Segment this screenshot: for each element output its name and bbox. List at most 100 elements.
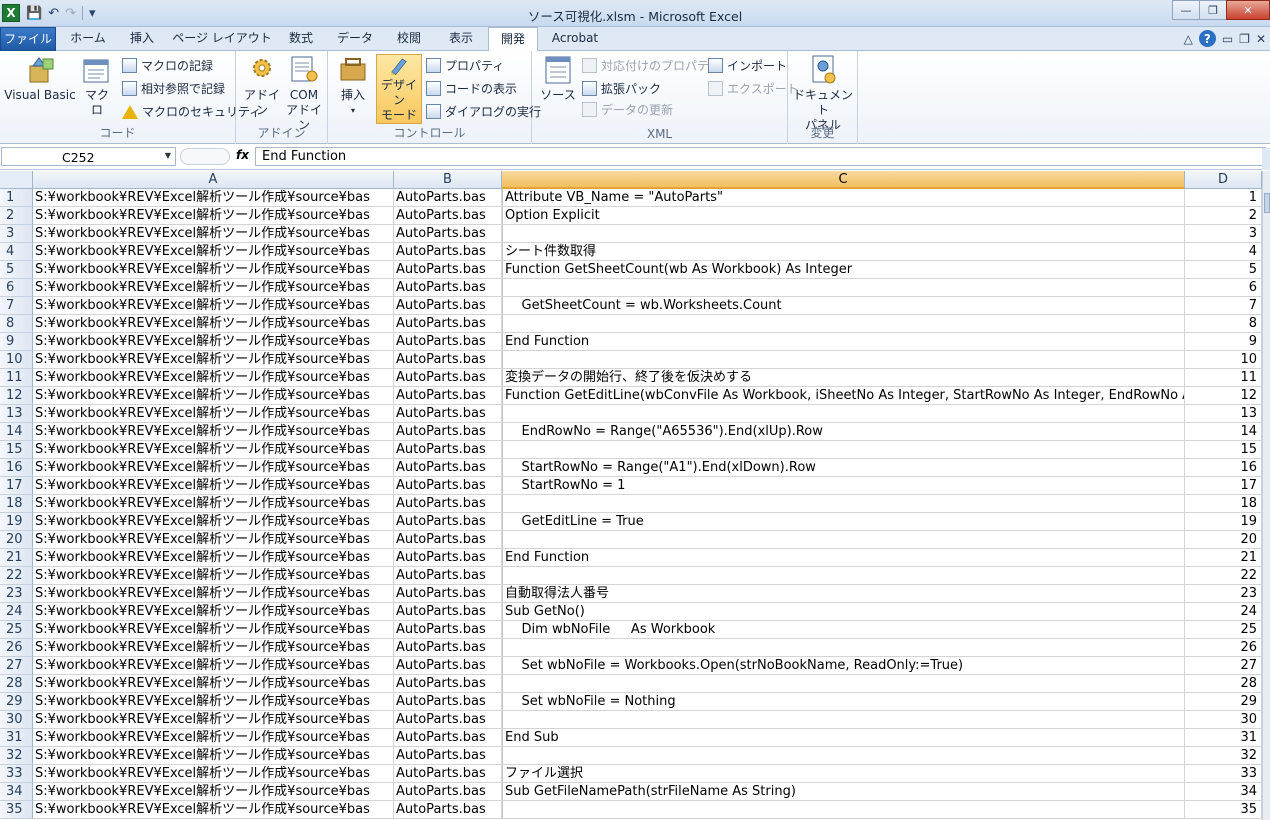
cell-b[interactable]: AutoParts.bas bbox=[394, 585, 502, 603]
row-header[interactable]: 34 bbox=[0, 783, 33, 801]
cell-b[interactable]: AutoParts.bas bbox=[394, 189, 502, 207]
chevron-down-icon[interactable]: ▼ bbox=[165, 151, 171, 160]
close-button[interactable]: ✕ bbox=[1226, 0, 1270, 20]
tab-home[interactable]: ホーム bbox=[62, 27, 114, 51]
row-header[interactable]: 14 bbox=[0, 423, 33, 441]
vertical-scrollbar[interactable] bbox=[1262, 171, 1270, 820]
cell-d[interactable]: 9 bbox=[1185, 333, 1262, 351]
cell-c[interactable]: End Function bbox=[502, 333, 1185, 351]
cell-a[interactable]: S:¥workbook¥REV¥Excel解析ツール作成¥source¥bas bbox=[33, 423, 394, 441]
cell-c[interactable] bbox=[502, 495, 1185, 513]
cell-c[interactable] bbox=[502, 225, 1185, 243]
cell-c[interactable]: 変換データの開始行、終了後を仮決めする bbox=[502, 369, 1185, 387]
cell-a[interactable]: S:¥workbook¥REV¥Excel解析ツール作成¥source¥bas bbox=[33, 369, 394, 387]
visual-basic-button[interactable]: Visual Basic bbox=[4, 54, 76, 103]
expansion-packs-button[interactable]: 拡張パック bbox=[582, 80, 661, 97]
cell-c[interactable] bbox=[502, 747, 1185, 765]
cell-d[interactable]: 25 bbox=[1185, 621, 1262, 639]
minimize-ribbon-icon[interactable]: △ bbox=[1184, 32, 1193, 46]
cell-d[interactable]: 13 bbox=[1185, 405, 1262, 423]
cell-a[interactable]: S:¥workbook¥REV¥Excel解析ツール作成¥source¥bas bbox=[33, 315, 394, 333]
cell-b[interactable]: AutoParts.bas bbox=[394, 657, 502, 675]
cell-c[interactable] bbox=[502, 801, 1185, 819]
cell-c[interactable] bbox=[502, 441, 1185, 459]
cell-a[interactable]: S:¥workbook¥REV¥Excel解析ツール作成¥source¥bas bbox=[33, 225, 394, 243]
row-header[interactable]: 18 bbox=[0, 495, 33, 513]
cell-a[interactable]: S:¥workbook¥REV¥Excel解析ツール作成¥source¥bas bbox=[33, 639, 394, 657]
tab-developer[interactable]: 開発 bbox=[488, 27, 538, 52]
cell-d[interactable]: 29 bbox=[1185, 693, 1262, 711]
cell-a[interactable]: S:¥workbook¥REV¥Excel解析ツール作成¥source¥bas bbox=[33, 621, 394, 639]
cell-d[interactable]: 15 bbox=[1185, 441, 1262, 459]
row-header[interactable]: 27 bbox=[0, 657, 33, 675]
cell-d[interactable]: 5 bbox=[1185, 261, 1262, 279]
cell-c[interactable]: Sub GetFileNamePath(strFileName As Strin… bbox=[502, 783, 1185, 801]
tab-page-layout[interactable]: ページ レイアウト bbox=[172, 27, 272, 51]
cell-b[interactable]: AutoParts.bas bbox=[394, 225, 502, 243]
cell-d[interactable]: 3 bbox=[1185, 225, 1262, 243]
workbook-restore-icon[interactable]: ❐ bbox=[1239, 32, 1250, 46]
cell-c[interactable]: StartRowNo = 1 bbox=[502, 477, 1185, 495]
name-box[interactable]: C252 ▼ bbox=[1, 147, 176, 166]
cell-c[interactable] bbox=[502, 315, 1185, 333]
cell-b[interactable]: AutoParts.bas bbox=[394, 639, 502, 657]
row-header[interactable]: 16 bbox=[0, 459, 33, 477]
source-button[interactable]: ソース bbox=[538, 54, 578, 103]
cell-b[interactable]: AutoParts.bas bbox=[394, 387, 502, 405]
cell-b[interactable]: AutoParts.bas bbox=[394, 603, 502, 621]
tab-file[interactable]: ファイル bbox=[0, 27, 56, 51]
cell-c[interactable]: ファイル選択 bbox=[502, 765, 1185, 783]
cell-c[interactable]: Set wbNoFile = Workbooks.Open(strNoBookN… bbox=[502, 657, 1185, 675]
insert-control-button[interactable]: 挿入 ▾ bbox=[334, 54, 372, 118]
row-header[interactable]: 30 bbox=[0, 711, 33, 729]
cell-a[interactable]: S:¥workbook¥REV¥Excel解析ツール作成¥source¥bas bbox=[33, 765, 394, 783]
cell-d[interactable]: 31 bbox=[1185, 729, 1262, 747]
row-header[interactable]: 17 bbox=[0, 477, 33, 495]
cell-d[interactable]: 34 bbox=[1185, 783, 1262, 801]
run-dialog-button[interactable]: ダイアログの実行 bbox=[426, 103, 541, 120]
cell-a[interactable]: S:¥workbook¥REV¥Excel解析ツール作成¥source¥bas bbox=[33, 333, 394, 351]
row-header[interactable]: 24 bbox=[0, 603, 33, 621]
row-header[interactable]: 6 bbox=[0, 279, 33, 297]
tab-insert[interactable]: 挿入 bbox=[118, 27, 166, 51]
workbook-close-icon[interactable]: ✕ bbox=[1256, 32, 1266, 46]
cell-a[interactable]: S:¥workbook¥REV¥Excel解析ツール作成¥source¥bas bbox=[33, 549, 394, 567]
cell-d[interactable]: 24 bbox=[1185, 603, 1262, 621]
worksheet-grid[interactable]: A B C D 1 S:¥workbook¥REV¥Excel解析ツール作成¥source… bbox=[0, 171, 1262, 820]
tab-view[interactable]: 表示 bbox=[438, 27, 484, 51]
cell-a[interactable]: S:¥workbook¥REV¥Excel解析ツール作成¥source¥bas bbox=[33, 783, 394, 801]
cell-d[interactable]: 32 bbox=[1185, 747, 1262, 765]
insert-function-icon[interactable]: fx bbox=[236, 148, 249, 162]
cell-b[interactable]: AutoParts.bas bbox=[394, 711, 502, 729]
cell-a[interactable]: S:¥workbook¥REV¥Excel解析ツール作成¥source¥bas bbox=[33, 405, 394, 423]
cell-b[interactable]: AutoParts.bas bbox=[394, 549, 502, 567]
row-header[interactable]: 4 bbox=[0, 243, 33, 261]
cell-d[interactable]: 18 bbox=[1185, 495, 1262, 513]
row-header[interactable]: 28 bbox=[0, 675, 33, 693]
formula-bar-expand[interactable] bbox=[1262, 148, 1270, 170]
cell-d[interactable]: 21 bbox=[1185, 549, 1262, 567]
cell-d[interactable]: 7 bbox=[1185, 297, 1262, 315]
cell-c[interactable]: 自動取得法人番号 bbox=[502, 585, 1185, 603]
cell-d[interactable]: 10 bbox=[1185, 351, 1262, 369]
cell-b[interactable]: AutoParts.bas bbox=[394, 459, 502, 477]
formula-bar-splitter[interactable] bbox=[180, 148, 230, 165]
cell-c[interactable] bbox=[502, 405, 1185, 423]
row-header[interactable]: 8 bbox=[0, 315, 33, 333]
formula-input[interactable]: End Function bbox=[255, 147, 1266, 166]
cell-d[interactable]: 27 bbox=[1185, 657, 1262, 675]
row-header[interactable]: 10 bbox=[0, 351, 33, 369]
cell-b[interactable]: AutoParts.bas bbox=[394, 279, 502, 297]
cell-b[interactable]: AutoParts.bas bbox=[394, 333, 502, 351]
design-mode-button[interactable]: デザイン モード bbox=[376, 54, 422, 124]
cell-d[interactable]: 22 bbox=[1185, 567, 1262, 585]
cell-a[interactable]: S:¥workbook¥REV¥Excel解析ツール作成¥source¥bas bbox=[33, 297, 394, 315]
row-header[interactable]: 13 bbox=[0, 405, 33, 423]
cell-c[interactable]: Sub GetNo() bbox=[502, 603, 1185, 621]
row-header[interactable]: 32 bbox=[0, 747, 33, 765]
cell-d[interactable]: 26 bbox=[1185, 639, 1262, 657]
cell-b[interactable]: AutoParts.bas bbox=[394, 567, 502, 585]
restore-button[interactable]: ❐ bbox=[1199, 0, 1227, 20]
cell-c[interactable] bbox=[502, 531, 1185, 549]
properties-button[interactable]: プロパティ bbox=[426, 57, 504, 74]
